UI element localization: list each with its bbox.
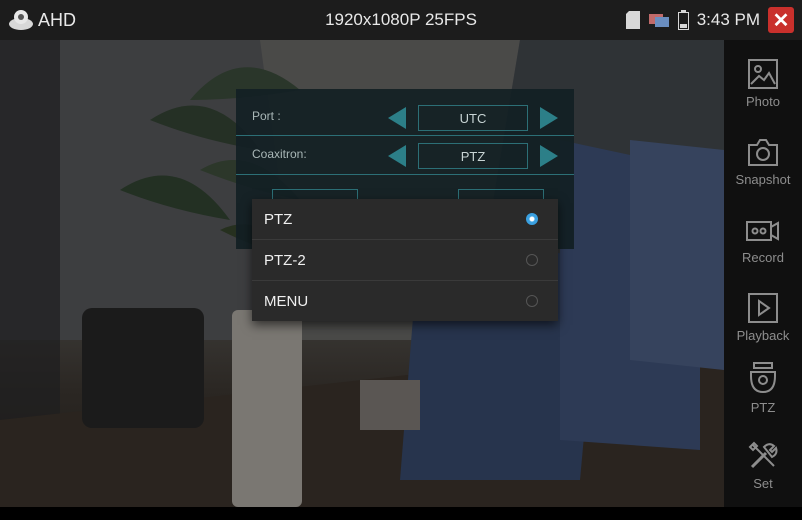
- set-button[interactable]: Set: [724, 440, 802, 520]
- port-label: Port :: [252, 109, 281, 123]
- option-ptz-2[interactable]: PTZ-2: [252, 240, 558, 281]
- option-label: MENU: [264, 293, 309, 310]
- option-label: PTZ: [264, 211, 293, 228]
- option-ptz[interactable]: PTZ: [252, 199, 558, 240]
- coaxitron-dropdown: PTZ PTZ-2 MENU: [252, 199, 558, 321]
- coaxitron-label: Coaxitron:: [252, 147, 307, 161]
- coaxitron-prev-button[interactable]: [388, 145, 406, 167]
- record-button[interactable]: Record: [724, 216, 802, 296]
- status-icons: 3:43 PM ✕: [625, 7, 794, 33]
- playback-label: Playback: [736, 328, 790, 343]
- play-icon: [748, 293, 778, 323]
- snapshot-label: Snapshot: [735, 172, 791, 187]
- port-value[interactable]: UTC: [418, 105, 528, 131]
- option-menu[interactable]: MENU: [252, 281, 558, 321]
- ptz-camera-icon: [750, 362, 776, 394]
- radio-icon[interactable]: [526, 295, 538, 307]
- option-label: PTZ-2: [264, 252, 306, 269]
- ptz-button[interactable]: PTZ: [724, 362, 802, 442]
- photo-label: Photo: [746, 94, 780, 109]
- coaxitron-row: Coaxitron: PTZ: [236, 135, 574, 175]
- close-icon: ✕: [772, 9, 790, 32]
- port-next-button[interactable]: [540, 107, 558, 129]
- record-label: Record: [742, 250, 784, 265]
- coaxitron-next-button[interactable]: [540, 145, 558, 167]
- right-toolbar: Photo Snapshot Record Playback PTZ Set: [724, 40, 802, 507]
- camera-icon: [748, 139, 778, 166]
- port-prev-button[interactable]: [388, 107, 406, 129]
- status-bar: AHD 1920x1080P 25FPS 3:43 PM ✕: [0, 0, 802, 40]
- record-icon: [746, 221, 779, 241]
- ptz-label: PTZ: [750, 400, 776, 415]
- set-label: Set: [753, 476, 773, 491]
- radio-icon[interactable]: [526, 254, 538, 266]
- sd-card-icon: [625, 11, 640, 29]
- photo-icon: [748, 59, 778, 89]
- playback-button[interactable]: Playback: [724, 292, 802, 372]
- battery-icon: [677, 10, 689, 30]
- clock: 3:43 PM: [696, 10, 760, 29]
- radio-selected-icon[interactable]: [526, 213, 538, 225]
- tools-icon: [748, 441, 778, 469]
- coaxitron-value[interactable]: PTZ: [418, 143, 528, 169]
- photo-button[interactable]: Photo: [724, 58, 802, 138]
- network-icon: [648, 14, 669, 27]
- snapshot-button[interactable]: Snapshot: [724, 136, 802, 216]
- close-button[interactable]: ✕: [768, 7, 794, 33]
- port-row: Port : UTC: [236, 98, 574, 136]
